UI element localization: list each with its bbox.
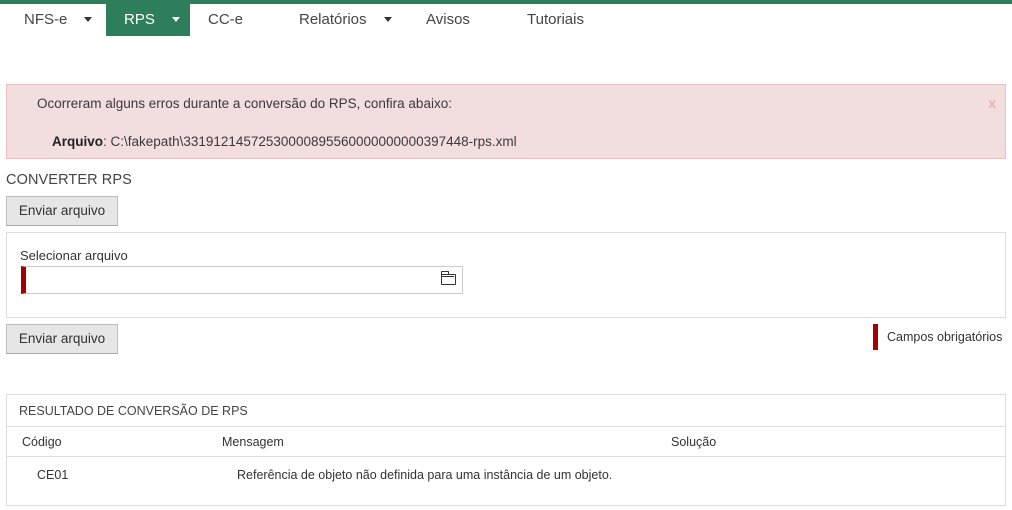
file-input-wrapper bbox=[21, 266, 463, 294]
select-file-label: Selecionar arquivo bbox=[20, 248, 128, 263]
nav-item-rps[interactable]: RPS bbox=[106, 4, 190, 36]
alert-file-path: C:\fakepath\3319121457253000089556000000… bbox=[110, 134, 517, 149]
alert-message: Ocorreram alguns erros durante a convers… bbox=[37, 96, 452, 111]
column-header-solution: Solução bbox=[671, 435, 717, 449]
alert-file-info: Arquivo: C:\fakepath\3319121457253000089… bbox=[52, 134, 517, 149]
results-table-header: Código Mensagem Solução bbox=[7, 426, 1005, 457]
close-icon[interactable]: x bbox=[988, 95, 996, 111]
nav-item-label: Avisos bbox=[426, 11, 470, 28]
nav-item-relatorios[interactable]: Relatórios bbox=[299, 4, 395, 36]
caret-down-icon bbox=[172, 17, 180, 22]
folder-icon[interactable] bbox=[440, 271, 456, 285]
required-fields-label: Campos obrigatórios bbox=[887, 330, 1003, 344]
caret-down-icon bbox=[84, 17, 92, 22]
nav-item-label: RPS bbox=[124, 11, 155, 28]
nav-item-nfse[interactable]: NFS-e bbox=[24, 4, 104, 36]
table-row: CE01 Referência de objeto não definida p… bbox=[7, 457, 1005, 493]
send-file-button-bottom[interactable]: Enviar arquivo bbox=[6, 324, 118, 354]
column-header-message: Mensagem bbox=[222, 435, 284, 449]
nav-item-cce[interactable]: CC-e bbox=[208, 4, 268, 36]
alert-file-separator: : bbox=[103, 134, 111, 149]
caret-down-icon bbox=[384, 17, 392, 22]
page-title: CONVERTER RPS bbox=[6, 172, 132, 188]
results-panel: RESULTADO DE CONVERSÃO DE RPS Código Men… bbox=[6, 394, 1006, 506]
row-code: CE01 bbox=[37, 468, 69, 482]
nav-item-label: NFS-e bbox=[24, 11, 68, 28]
file-form-panel: Selecionar arquivo bbox=[6, 232, 1006, 318]
nav-item-label: Relatórios bbox=[299, 11, 367, 28]
row-message: Referência de objeto não definida para u… bbox=[237, 468, 613, 482]
file-input[interactable] bbox=[26, 267, 426, 293]
send-file-button-top[interactable]: Enviar arquivo bbox=[6, 196, 118, 226]
nav-item-tutoriais[interactable]: Tutoriais bbox=[527, 4, 597, 36]
nav-item-label: CC-e bbox=[208, 11, 244, 28]
required-indicator bbox=[873, 324, 878, 350]
alert-file-label: Arquivo bbox=[52, 134, 104, 149]
nav-item-label: Tutoriais bbox=[527, 11, 584, 28]
main-nav: NFS-e RPS CC-e Relatórios Avisos Tutoria… bbox=[0, 4, 1012, 36]
error-alert: Ocorreram alguns erros durante a convers… bbox=[6, 84, 1006, 159]
column-header-code: Código bbox=[22, 435, 62, 449]
nav-item-avisos[interactable]: Avisos bbox=[426, 4, 486, 36]
results-title: RESULTADO DE CONVERSÃO DE RPS bbox=[19, 404, 248, 418]
